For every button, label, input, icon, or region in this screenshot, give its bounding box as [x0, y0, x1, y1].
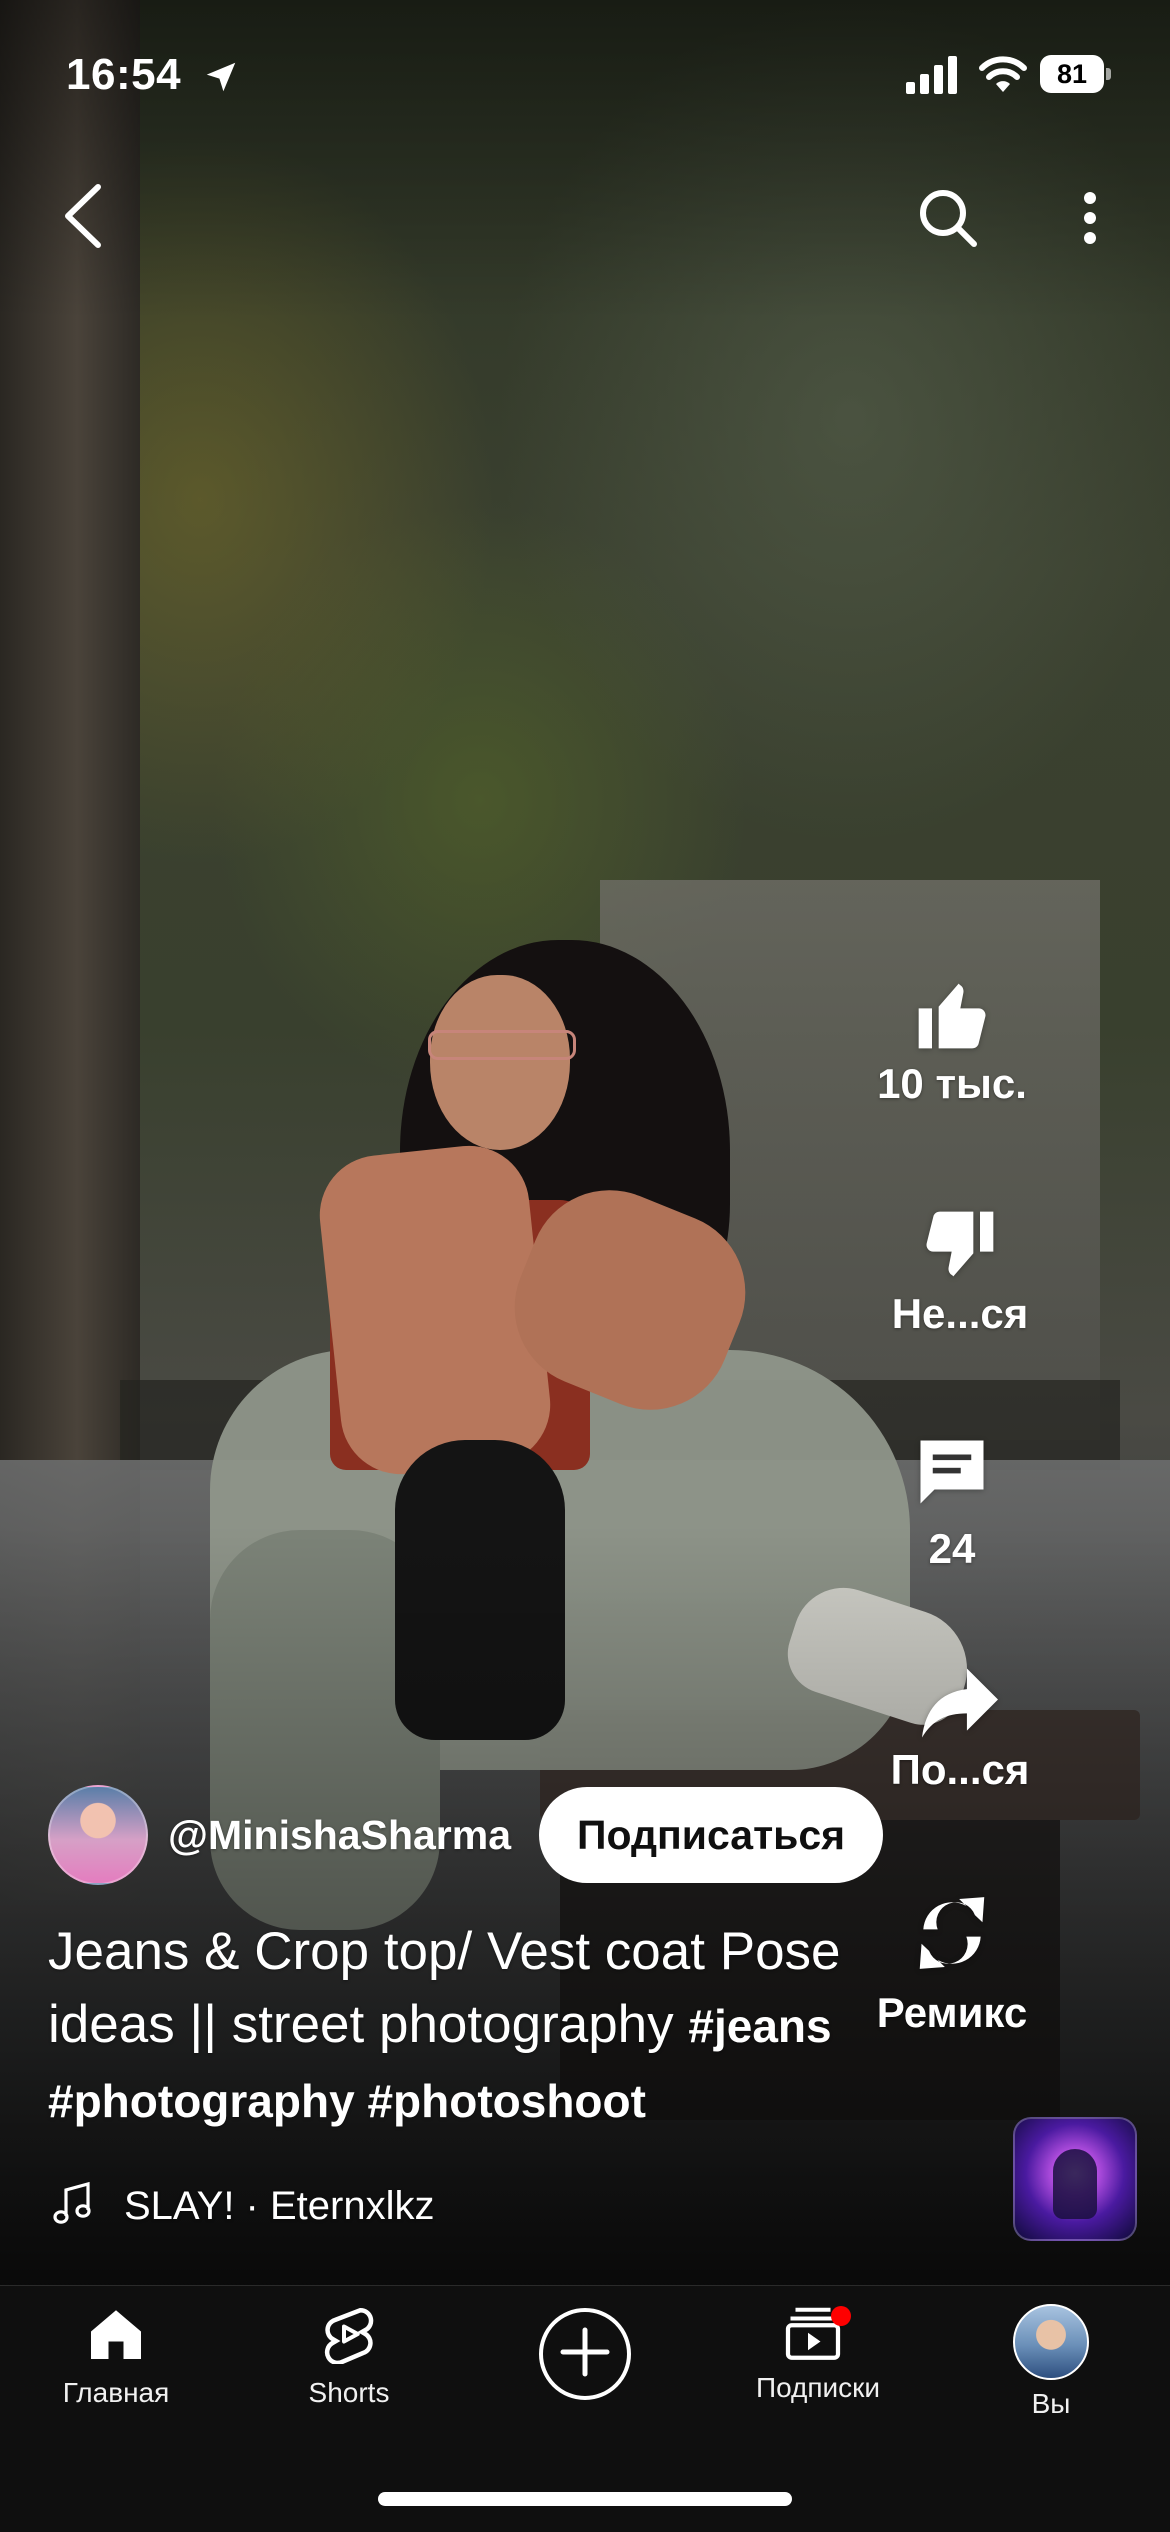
home-icon: [86, 2304, 146, 2369]
person-face: [430, 975, 570, 1150]
battery-level: 81: [1040, 55, 1104, 93]
sound-thumbnail-figure: [1053, 2149, 1097, 2219]
home-indicator[interactable]: [378, 2492, 792, 2506]
more-vertical-icon: [1080, 190, 1100, 251]
wifi-icon: [978, 54, 1028, 94]
share-arrow-icon: [918, 1665, 1002, 1746]
search-button[interactable]: [908, 180, 988, 260]
thumbs-up-icon: [910, 975, 994, 1060]
back-arrow-icon: [60, 183, 106, 254]
comments-count: 24: [928, 1525, 976, 1572]
comment-icon: [910, 1430, 994, 1519]
tab-shorts[interactable]: Shorts: [249, 2304, 449, 2409]
signal-icon: [906, 56, 960, 94]
subscriptions-icon: [785, 2304, 851, 2364]
sound-row[interactable]: SLAY! · Eternxlkz: [52, 2180, 434, 2233]
like-count: 10 тыс.: [877, 1060, 1027, 1107]
more-options-button[interactable]: [1060, 180, 1120, 260]
create-circle: [539, 2308, 631, 2400]
subscribe-button[interactable]: Подписаться: [539, 1787, 884, 1883]
music-note-icon: [52, 2180, 92, 2233]
battery-tip: [1106, 68, 1111, 80]
tab-you[interactable]: Вы: [951, 2304, 1151, 2420]
channel-handle[interactable]: @MinishaSharma: [168, 1812, 511, 1859]
channel-row: @MinishaSharma Подписаться: [48, 1785, 884, 1885]
person-glasses: [428, 1030, 576, 1060]
video-title-block[interactable]: Jeans & Crop top/ Vest coat Pose ideas |…: [48, 1915, 948, 2138]
status-bar: 16:54 81: [0, 0, 1170, 150]
location-arrow-icon: [202, 58, 240, 96]
tab-home[interactable]: Главная: [16, 2304, 216, 2409]
user-avatar: [1013, 2304, 1089, 2380]
notification-dot: [831, 2306, 851, 2326]
create-button[interactable]: [485, 2308, 685, 2400]
dislike-label: Не...ся: [891, 1290, 1029, 1337]
shorts-icon: [319, 2304, 379, 2369]
channel-avatar[interactable]: [48, 1785, 148, 1885]
share-button[interactable]: По...ся: [840, 1665, 1080, 1794]
share-label: По...ся: [890, 1746, 1030, 1793]
battery-icon: 81: [1040, 55, 1112, 93]
shorts-player-screen: 16:54 81 10 тыс. Не...ся 24 По...ся Реми…: [0, 0, 1170, 2532]
tab-subscriptions[interactable]: Подписки: [718, 2304, 918, 2404]
thumbs-down-icon: [918, 1205, 1002, 1290]
tab-subscriptions-label: Подписки: [755, 2372, 881, 2403]
like-button[interactable]: 10 тыс.: [832, 975, 1072, 1108]
sound-thumbnail[interactable]: [1013, 2117, 1137, 2241]
search-icon: [916, 186, 980, 255]
tab-you-label: Вы: [1031, 2388, 1071, 2419]
status-time: 16:54: [66, 50, 182, 99]
back-button[interactable]: [48, 178, 118, 258]
plus-icon: [557, 2324, 613, 2385]
tab-shorts-label: Shorts: [308, 2377, 390, 2408]
comments-button[interactable]: 24: [832, 1430, 1072, 1573]
tab-home-label: Главная: [62, 2377, 170, 2408]
sound-title: SLAY! · Eternxlkz: [124, 2184, 435, 2228]
dislike-button[interactable]: Не...ся: [840, 1205, 1080, 1338]
